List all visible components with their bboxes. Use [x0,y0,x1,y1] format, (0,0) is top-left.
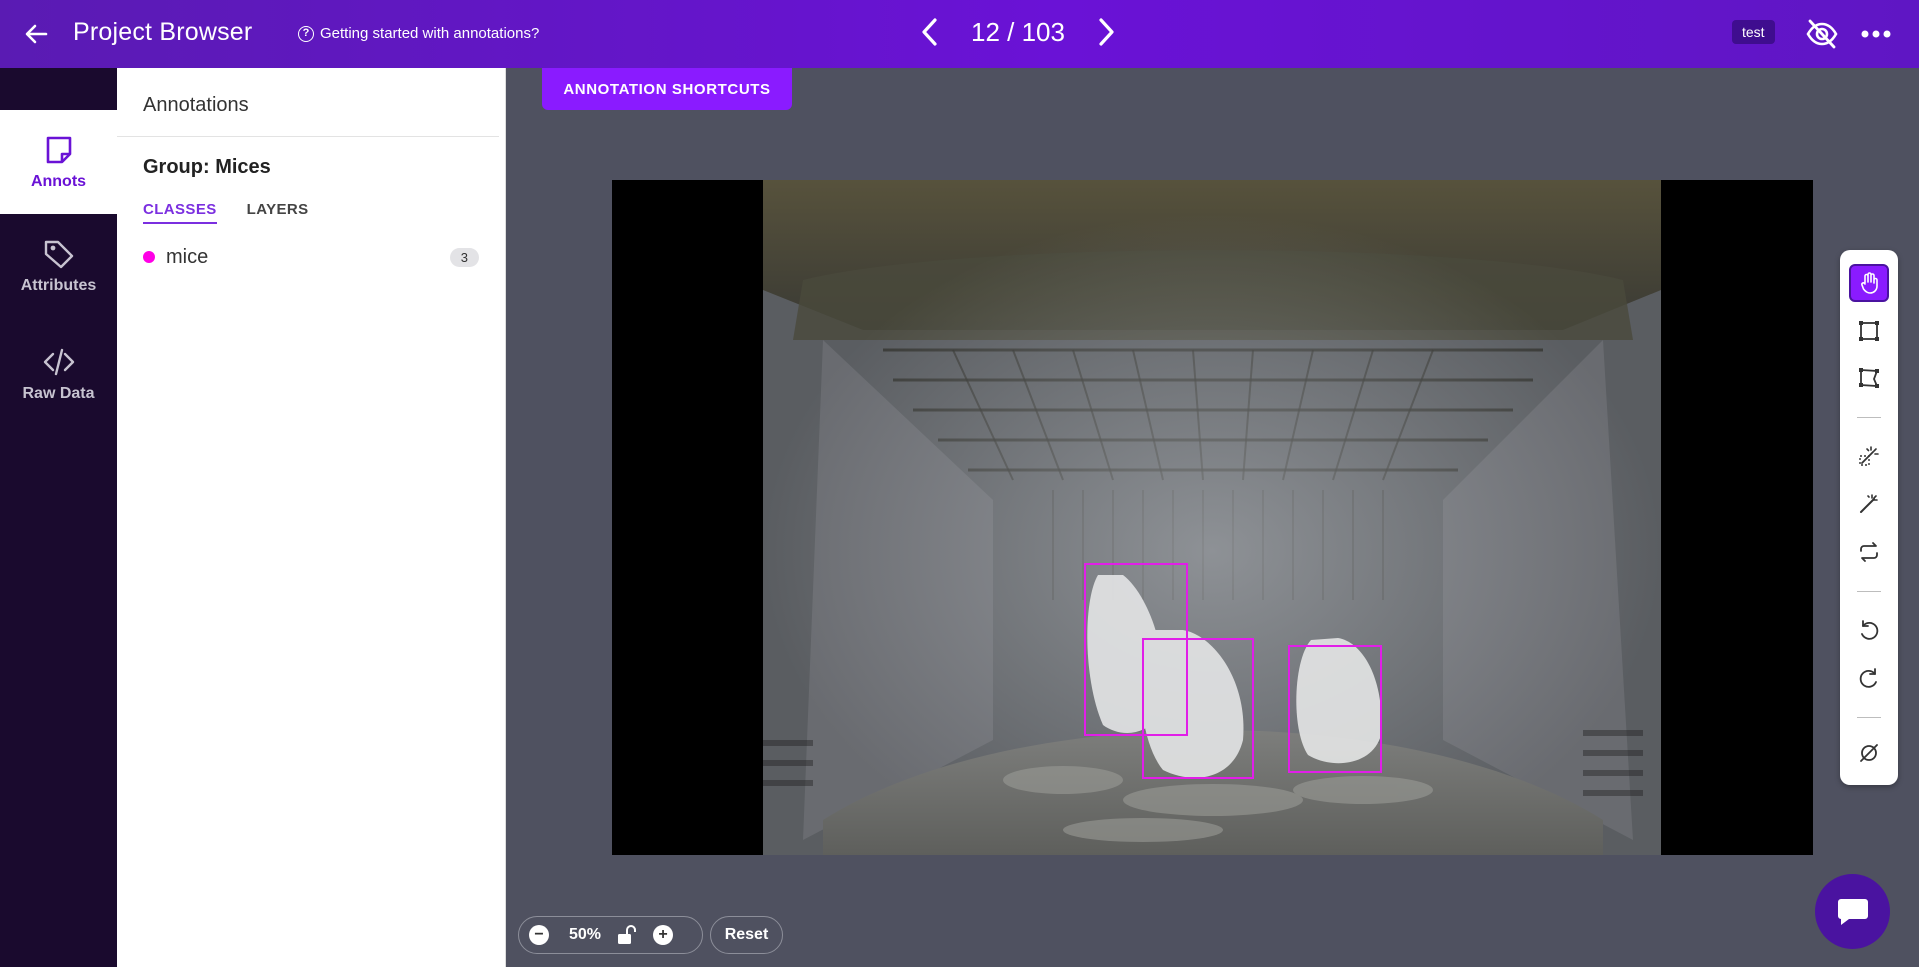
app-title: Project Browser [73,18,253,46]
annotation-toolbar [1840,250,1898,785]
previous-image-icon[interactable] [916,14,944,50]
tab-classes[interactable]: CLASSES [143,201,217,224]
bounding-box-mice-3[interactable] [1288,645,1382,773]
toolbar-separator [1857,417,1881,418]
rail-item-label: Attributes [20,277,97,294]
back-arrow-icon[interactable] [20,18,52,50]
help-link-label: Getting started with annotations? [320,25,540,42]
redo-tool[interactable] [1849,659,1889,697]
polygon-tool[interactable] [1849,359,1889,397]
user-badge[interactable]: test [1732,20,1775,44]
rail-item-attributes[interactable]: Attributes [0,216,117,316]
repeat-tool[interactable] [1849,533,1889,571]
bounding-box-mice-2[interactable] [1142,638,1254,779]
question-icon: ? [298,25,314,42]
chat-bubble-icon [1837,898,1868,925]
group-title: Group: Mices [143,156,271,178]
rectangle-icon [1859,321,1879,341]
annotation-shortcuts-button[interactable]: ANNOTATION SHORTCUTS [542,68,792,110]
next-image-icon[interactable] [1092,14,1120,50]
class-count-badge: 3 [449,247,479,267]
smart-select-tool[interactable] [1849,437,1889,475]
eye-off-icon[interactable] [1804,18,1840,50]
class-name: mice [166,245,209,268]
rail-corner [0,68,117,110]
zoom-out-button[interactable]: − [529,925,549,945]
top-bar: Project Browser ? Getting started with a… [0,0,1919,68]
rectangle-tool[interactable] [1849,312,1889,350]
panel-title: Annotations [143,94,249,116]
hide-annotations-tool[interactable] [1849,734,1889,772]
left-rail: Annots Attributes Raw Data [0,68,117,967]
code-icon [43,348,74,376]
panel-tabs: CLASSES LAYERS [143,201,309,224]
rail-item-raw-data[interactable]: Raw Data [0,324,117,424]
undo-icon [1861,620,1879,640]
repeat-icon [1860,542,1878,562]
annotation-canvas[interactable] [612,180,1813,855]
hand-icon [1861,272,1878,294]
class-color-dot [143,251,155,263]
redo-icon [1859,668,1877,688]
reset-zoom-button[interactable]: Reset [710,916,783,954]
chat-button[interactable] [1815,874,1890,949]
pan-tool[interactable] [1849,264,1889,302]
class-item-mice[interactable]: mice 3 [143,242,479,272]
zoom-level: 50% [569,926,602,943]
polygon-icon [1859,368,1879,388]
help-link[interactable]: ? Getting started with annotations? [298,25,539,42]
magic-select-icon [1859,446,1879,466]
more-options-icon[interactable] [1860,22,1892,46]
magic-wand-icon [1860,494,1878,513]
rail-item-label: Annots [30,173,87,190]
tab-layers[interactable]: LAYERS [247,201,309,224]
rail-item-label: Raw Data [22,385,95,402]
sticky-note-icon [46,136,71,164]
magic-wand-tool[interactable] [1849,485,1889,523]
page-counter: 12 / 103 [971,16,1065,47]
zoom-controls: − 50% + [518,916,703,954]
undo-tool[interactable] [1849,611,1889,649]
image-pager: 12 / 103 [916,14,1120,50]
tags-icon [44,240,73,269]
hide-icon [1860,744,1878,762]
rail-item-annots[interactable]: Annots [0,110,117,214]
annotations-panel: Annotations Group: Mices CLASSES LAYERS … [117,68,506,967]
panel-divider [117,136,499,137]
zoom-in-button[interactable]: + [653,925,674,945]
toolbar-separator [1857,591,1881,592]
toolbar-separator [1857,717,1881,718]
unlock-icon[interactable] [615,924,637,946]
